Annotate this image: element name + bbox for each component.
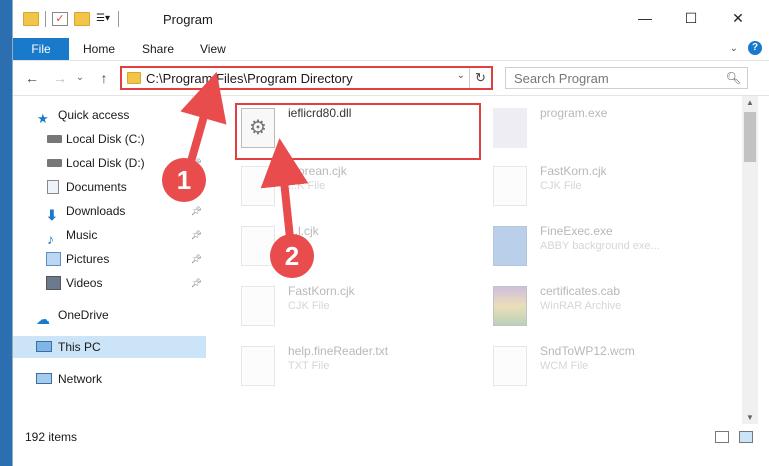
step-2-badge: 2 [270,234,314,278]
arrow-to-address-bar [180,71,227,167]
arrow-to-dll-file [260,138,309,239]
step-1-badge: 1 [162,158,206,202]
annotation-arrows [180,71,309,239]
